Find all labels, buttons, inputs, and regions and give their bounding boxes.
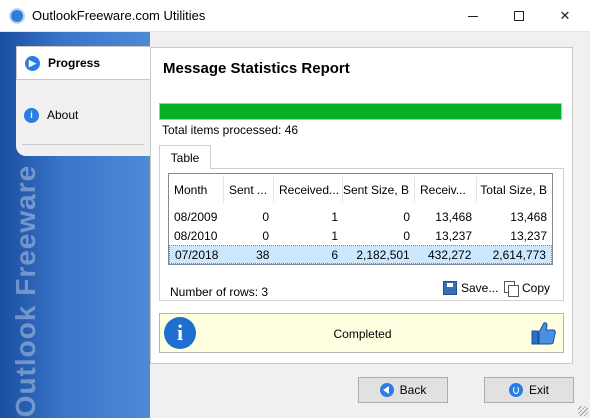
row-count-label: Number of rows: 3 [170, 285, 269, 299]
copy-button[interactable]: Copy [504, 281, 551, 297]
table-row-selected[interactable]: 07/2018 38 6 2,182,501 432,272 2,614,773 [169, 245, 552, 264]
table-cell: 1 [331, 209, 338, 224]
close-button[interactable]: ✕ [542, 0, 588, 32]
maximize-icon [514, 11, 524, 21]
table-cell: 07/2018 [175, 247, 219, 262]
status-text: Completed [333, 327, 392, 341]
table-cell: 13,237 [435, 228, 472, 243]
window-title: OutlookFreeware.com Utilities [32, 8, 206, 23]
thumbs-up-icon [531, 322, 556, 345]
table-cell: 2,182,501 [356, 247, 410, 262]
minimize-icon [468, 15, 478, 17]
progress-label: Total items processed: 46 [162, 123, 299, 137]
sidebar: Outlook Freeware .com ▶ Progress i About [0, 32, 150, 418]
tab-panel: Month Sent ... Received... Sent Size, B … [159, 168, 564, 301]
floppy-disk-icon [443, 281, 457, 295]
save-label: Save... [461, 281, 499, 295]
table-cell: 6 [331, 247, 339, 262]
back-button[interactable]: Back [358, 377, 448, 403]
back-label: Back [399, 383, 427, 397]
column-header[interactable]: Receiv... [415, 177, 477, 203]
table-cell: 08/2009 [174, 209, 218, 224]
progress-bar [159, 103, 562, 120]
tab-table[interactable]: Table [159, 145, 211, 169]
column-header[interactable]: Total Size, B [477, 177, 552, 203]
table-cell: 1 [331, 228, 338, 243]
table-header: Month Sent ... Received... Sent Size, B … [169, 177, 552, 203]
save-button[interactable]: Save... [443, 281, 498, 295]
table-cell: 08/2010 [174, 228, 218, 243]
power-icon [508, 383, 523, 397]
column-header[interactable]: Month [169, 177, 224, 203]
table-cell: 0 [403, 209, 410, 224]
nav-divider [22, 144, 144, 145]
table-row[interactable]: 08/2010 0 1 0 13,237 13,237 [169, 226, 552, 245]
table-cell: 38 [256, 247, 270, 262]
exit-label: Exit [528, 383, 549, 397]
copy-label: Copy [522, 281, 551, 295]
progress-fill [160, 104, 561, 119]
page-title: Message Statistics Report [163, 60, 350, 77]
column-header[interactable]: Received... [274, 177, 343, 203]
tab-label: Table [170, 150, 200, 165]
maximize-button[interactable] [496, 0, 542, 32]
resize-grip[interactable] [578, 406, 588, 416]
info-icon: i [24, 107, 39, 123]
minimize-button[interactable] [450, 0, 496, 32]
sidebar-item-progress[interactable]: ▶ Progress [16, 46, 150, 80]
status-box: i Completed [159, 313, 564, 353]
column-header[interactable]: Sent Size, B [343, 177, 415, 203]
table-cell: 0 [262, 209, 269, 224]
table-cell: 2,614,773 [492, 247, 546, 262]
table-cell: 432,272 [428, 247, 472, 262]
statistics-table[interactable]: Month Sent ... Received... Sent Size, B … [168, 173, 553, 265]
table-cell: 13,468 [510, 209, 547, 224]
table-row[interactable]: 08/2009 0 1 0 13,468 13,468 [169, 207, 552, 226]
title-bar: OutlookFreeware.com Utilities ✕ [0, 0, 590, 32]
main-panel: Message Statistics Report Total items pr… [150, 47, 573, 364]
table-cell: 0 [262, 228, 269, 243]
column-header[interactable]: Sent ... [224, 177, 274, 203]
sidebar-item-about[interactable]: i About [16, 98, 150, 132]
table-cell: 13,468 [435, 209, 472, 224]
table-cell: 13,237 [510, 228, 547, 243]
back-icon [379, 383, 394, 397]
play-icon: ▶ [25, 55, 40, 71]
sidebar-item-label: About [47, 108, 79, 122]
bottom-bar: Back Exit [150, 364, 590, 418]
sidebar-item-label: Progress [48, 56, 101, 70]
app-icon [9, 8, 25, 24]
nav-panel: ▶ Progress i About [16, 46, 150, 156]
close-icon: ✕ [559, 8, 571, 23]
copy-icon [504, 281, 519, 297]
table-cell: 0 [403, 228, 410, 243]
exit-button[interactable]: Exit [484, 377, 574, 403]
